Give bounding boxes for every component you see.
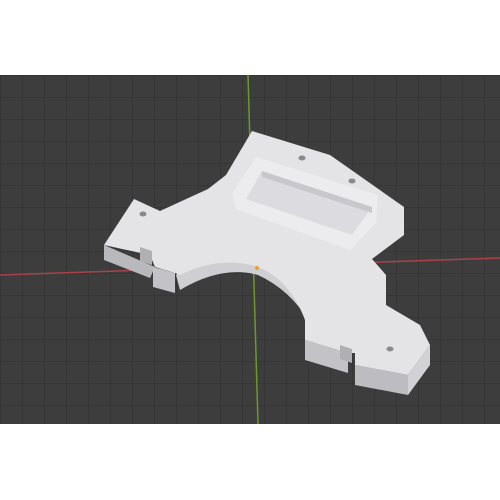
mount-bracket-model[interactable] bbox=[104, 131, 430, 395]
mount-hole-left-tab bbox=[139, 211, 147, 217]
3d-viewport[interactable] bbox=[0, 75, 500, 424]
mount-hole-right-tab bbox=[386, 346, 394, 352]
mount-hole-rail-left bbox=[298, 155, 306, 161]
mount-hole-rail-right bbox=[348, 178, 356, 184]
screenshot-frame bbox=[0, 0, 500, 500]
origin-marker bbox=[255, 266, 259, 270]
viewport-canvas[interactable] bbox=[0, 75, 500, 424]
